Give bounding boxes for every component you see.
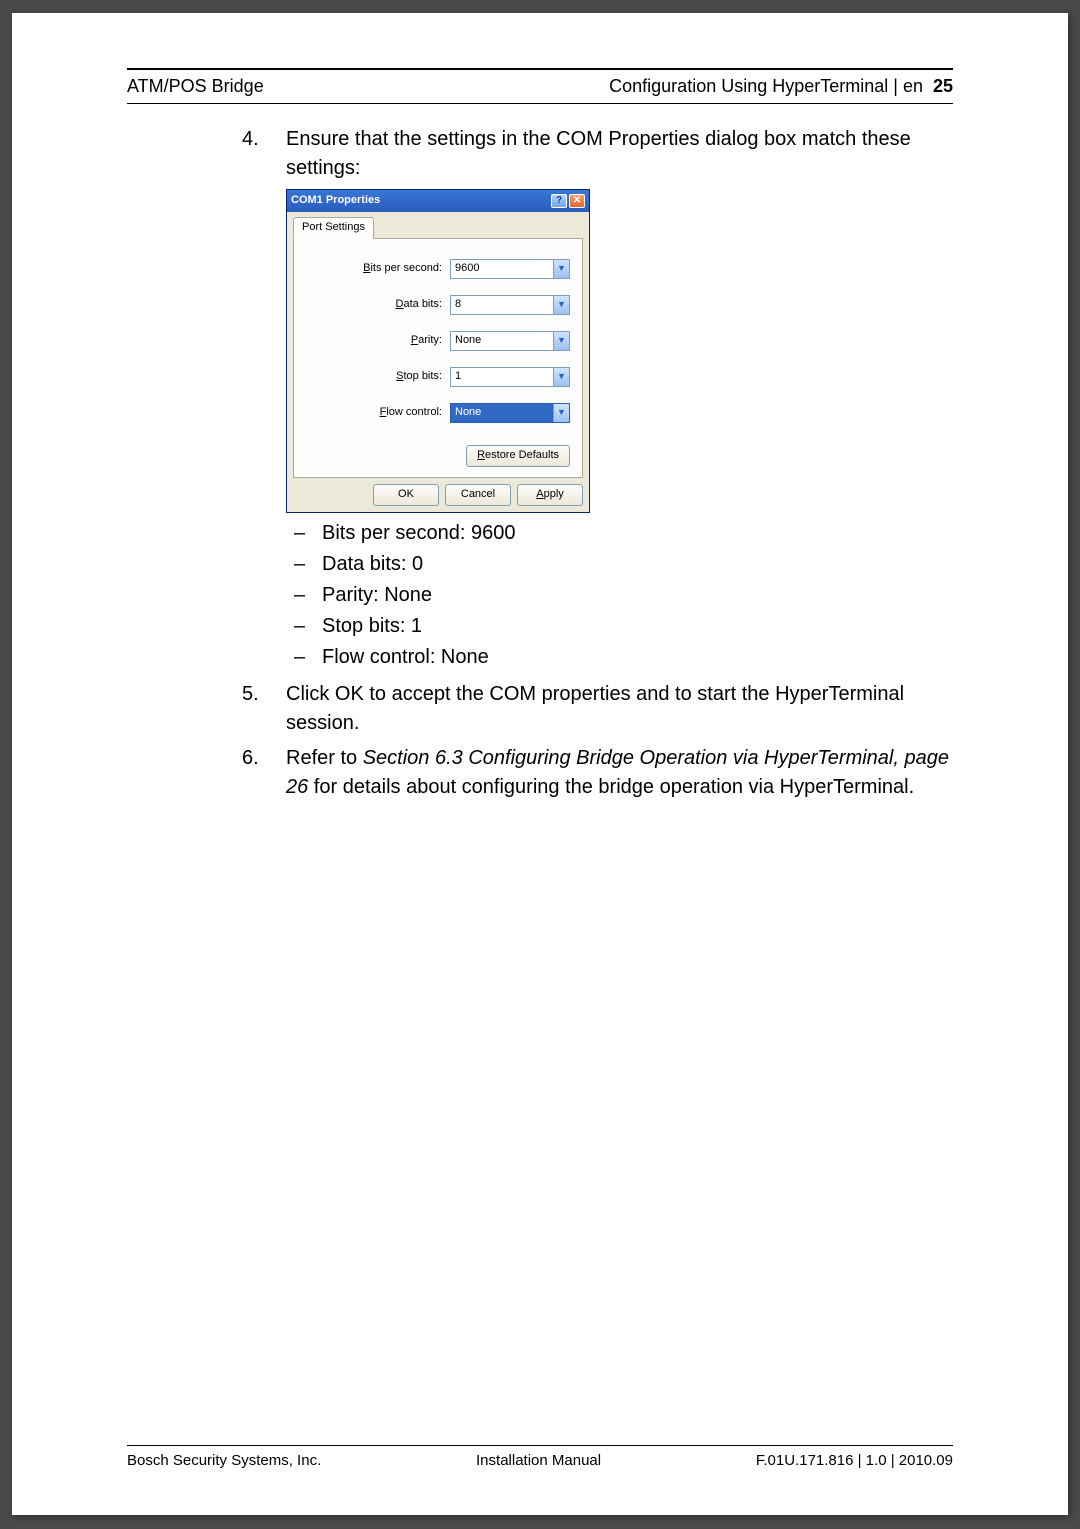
com1-properties-dialog: COM1 Properties ? ✕ Port Settings Bits [286,189,590,513]
label-parity: Parity: [411,333,442,349]
header-rule-top [127,68,953,70]
chevron-down-icon[interactable]: ▼ [553,260,569,278]
chevron-down-icon[interactable]: ▼ [553,404,569,422]
dialog-title-buttons: ? ✕ [551,194,585,208]
footer-doc-type: Installation Manual [476,1452,601,1469]
combo-stop-bits-value: 1 [451,368,553,386]
combo-bits-per-second-value: 9600 [451,260,553,278]
step-5: 5. Click OK to accept the COM properties… [242,680,953,738]
sublist-bps: Bits per second: 9600 [322,519,515,548]
header-rule-bottom [127,103,953,104]
dialog-button-row: OK Cancel Apply [293,478,583,506]
combo-bits-per-second[interactable]: 9600 ▼ [450,259,570,279]
page-header: ATM/POS Bridge Configuration Using Hyper… [127,68,953,104]
dialog-titlebar: COM1 Properties ? ✕ [287,190,589,212]
footer-row: Bosch Security Systems, Inc. Installatio… [127,1452,953,1469]
combo-parity[interactable]: None ▼ [450,331,570,351]
sublist-item: –Flow control: None [294,643,953,672]
row-data-bits: Data bits: 8 ▼ [306,295,570,315]
combo-flow-control-value: None [451,404,553,422]
label-stop-bits: Stop bits: [396,369,442,385]
tab-port-settings[interactable]: Port Settings [293,217,374,239]
page-number: 25 [933,76,953,97]
sublist-item: –Parity: None [294,581,953,610]
step-5-body: Click OK to accept the COM properties an… [286,680,953,738]
label-bits-per-second: Bits per second: [363,261,442,277]
step-6-body: Refer to Section 6.3 Configuring Bridge … [286,744,953,802]
sublist-item: –Data bits: 0 [294,550,953,579]
sublist-data-bits: Data bits: 0 [322,550,423,579]
header-left: ATM/POS Bridge [127,76,264,97]
step-6-post: for details about configuring the bridge… [308,776,914,798]
chevron-down-icon[interactable]: ▼ [553,368,569,386]
tab-strip: Port Settings [293,217,583,239]
row-parity: Parity: None ▼ [306,331,570,351]
dialog-title-text: COM1 Properties [291,193,380,209]
combo-data-bits-value: 8 [451,296,553,314]
combo-stop-bits[interactable]: 1 ▼ [450,367,570,387]
ok-button[interactable]: OK [373,484,439,506]
chevron-down-icon[interactable]: ▼ [553,296,569,314]
tab-panel: Bits per second: 9600 ▼ Data bits: 8 [293,238,583,478]
step-4-text: Ensure that the settings in the COM Prop… [286,128,911,179]
dialog-body: Port Settings Bits per second: 9600 ▼ [287,212,589,512]
restore-defaults-button[interactable]: Restore Defaults [466,445,570,467]
header-row: ATM/POS Bridge Configuration Using Hyper… [127,76,953,97]
row-flow-control: Flow control: None ▼ [306,403,570,423]
sublist-item: –Stop bits: 1 [294,612,953,641]
sublist-item: –Bits per second: 9600 [294,519,953,548]
step-6-pre: Refer to [286,747,363,769]
page-footer: Bosch Security Systems, Inc. Installatio… [127,1445,953,1469]
step-6: 6. Refer to Section 6.3 Configuring Brid… [242,744,953,802]
close-icon[interactable]: ✕ [569,194,585,208]
sublist-stop-bits: Stop bits: 1 [322,612,422,641]
footer-doc-id: F.01U.171.816 | 1.0 | 2010.09 [756,1452,953,1469]
header-section: Configuration Using HyperTerminal | en [609,76,923,97]
step-4: 4. Ensure that the settings in the COM P… [242,125,953,674]
footer-rule [127,1445,953,1446]
step-6-number: 6. [242,744,286,802]
footer-company: Bosch Security Systems, Inc. [127,1452,321,1469]
row-stop-bits: Stop bits: 1 ▼ [306,367,570,387]
combo-parity-value: None [451,332,553,350]
content: 4. Ensure that the settings in the COM P… [242,125,953,808]
apply-button[interactable]: Apply [517,484,583,506]
sublist-parity: Parity: None [322,581,432,610]
step-5-text: Click OK to accept the COM properties an… [286,683,904,734]
header-right: Configuration Using HyperTerminal | en 2… [609,76,953,97]
row-bits-per-second: Bits per second: 9600 ▼ [306,259,570,279]
page: ATM/POS Bridge Configuration Using Hyper… [12,13,1068,1515]
step-5-number: 5. [242,680,286,738]
label-data-bits: Data bits: [396,297,442,313]
combo-flow-control[interactable]: None ▼ [450,403,570,423]
chevron-down-icon[interactable]: ▼ [553,332,569,350]
step-4-number: 4. [242,125,286,674]
label-flow-control: Flow control: [380,405,442,421]
cancel-button[interactable]: Cancel [445,484,511,506]
settings-sublist: –Bits per second: 9600 –Data bits: 0 –Pa… [294,519,953,672]
sublist-flow-control: Flow control: None [322,643,489,672]
step-4-body: Ensure that the settings in the COM Prop… [286,125,953,674]
panel-button-row: Restore Defaults [306,439,570,467]
help-icon[interactable]: ? [551,194,567,208]
combo-data-bits[interactable]: 8 ▼ [450,295,570,315]
